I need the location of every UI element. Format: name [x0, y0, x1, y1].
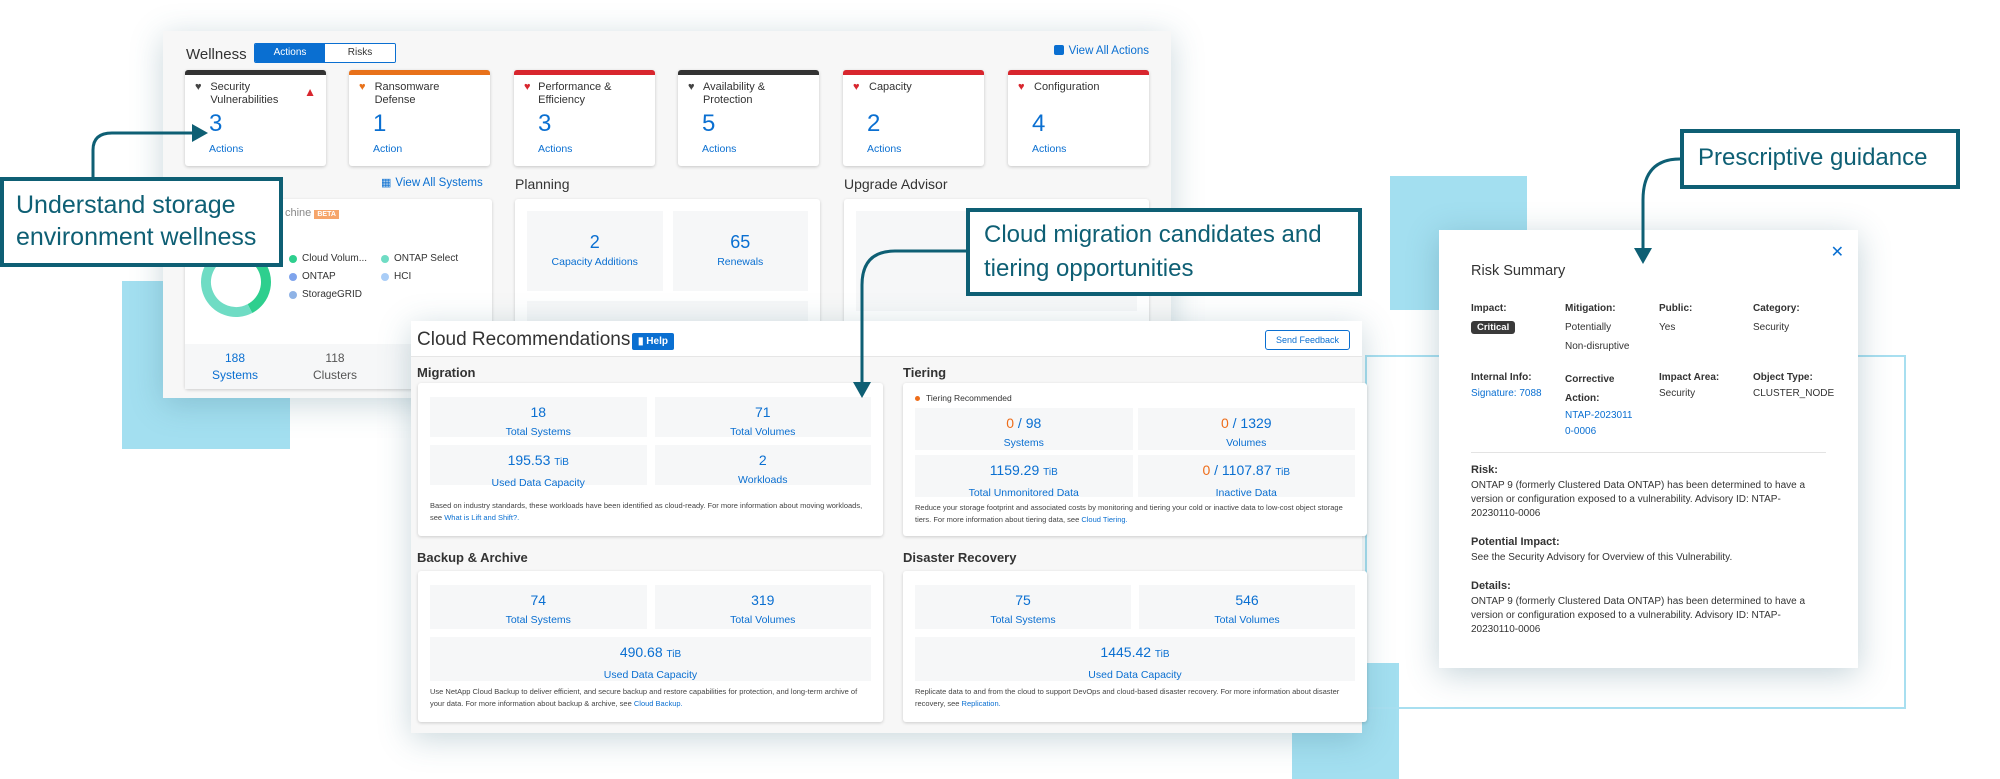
arrowhead-wellness: [192, 124, 208, 142]
arrow-guidance: [1641, 157, 1681, 250]
callout-cloud: Cloud migration candidates and tiering o…: [966, 208, 1362, 296]
arrow-wellness: [91, 131, 196, 178]
callout-wellness: Understand storage environment wellness: [0, 177, 283, 267]
arrow-cloud: [860, 249, 966, 385]
arrowhead-cloud: [853, 382, 871, 398]
callout-guidance: Prescriptive guidance: [1680, 129, 1960, 189]
arrowhead-guidance: [1634, 248, 1652, 264]
callout-arrows: [91, 124, 1681, 398]
